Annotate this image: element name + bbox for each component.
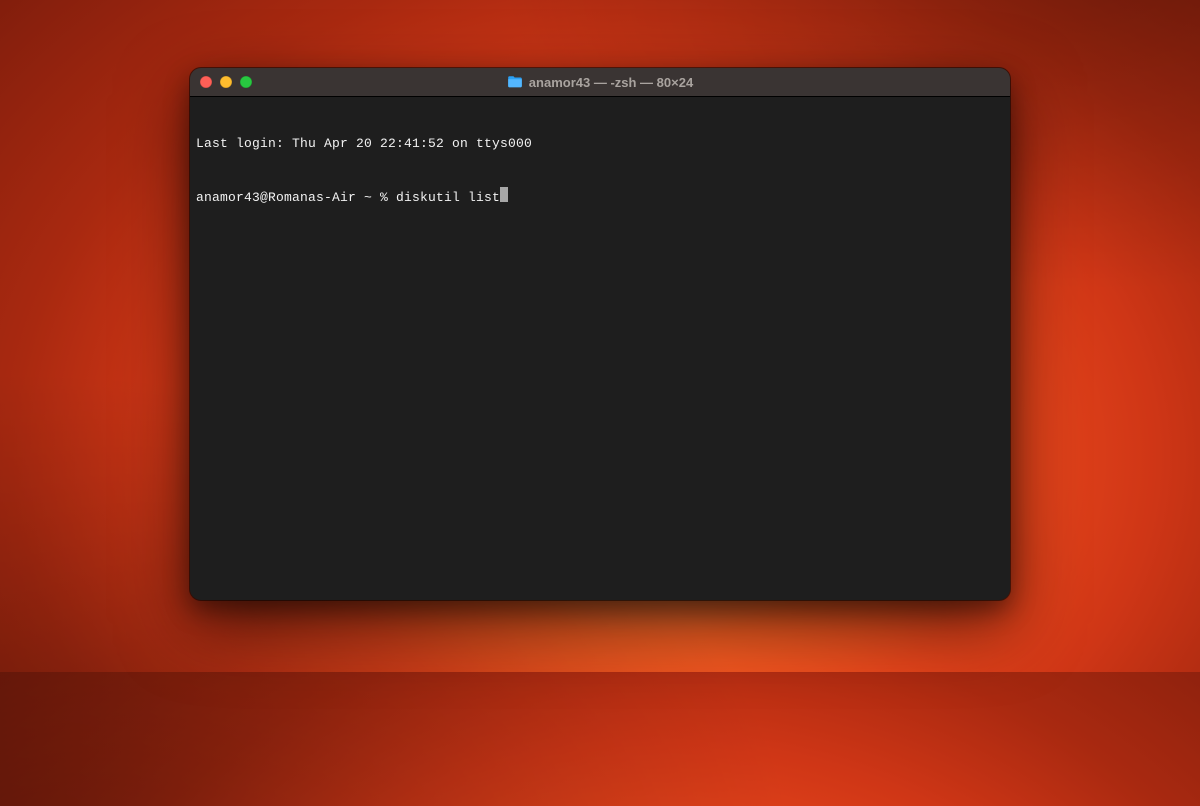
last-login-line: Last login: Thu Apr 20 22:41:52 on ttys0… [196, 135, 1004, 152]
minimize-button[interactable] [220, 76, 232, 88]
window-controls [200, 76, 252, 88]
prompt-line: anamor43@Romanas-Air ~ % diskutil list [196, 186, 1004, 206]
shell-prompt: anamor43@Romanas-Air ~ % [196, 189, 396, 206]
window-title-bar[interactable]: anamor43 — -zsh — 80×24 [190, 68, 1010, 97]
terminal-window[interactable]: anamor43 — -zsh — 80×24 Last login: Thu … [190, 68, 1010, 600]
text-cursor [500, 187, 508, 202]
folder-icon [507, 75, 523, 89]
close-button[interactable] [200, 76, 212, 88]
terminal-content[interactable]: Last login: Thu Apr 20 22:41:52 on ttys0… [190, 97, 1010, 600]
window-title-text: anamor43 — -zsh — 80×24 [529, 75, 693, 90]
typed-command: diskutil list [396, 189, 500, 206]
zoom-button[interactable] [240, 76, 252, 88]
window-title: anamor43 — -zsh — 80×24 [190, 75, 1010, 90]
